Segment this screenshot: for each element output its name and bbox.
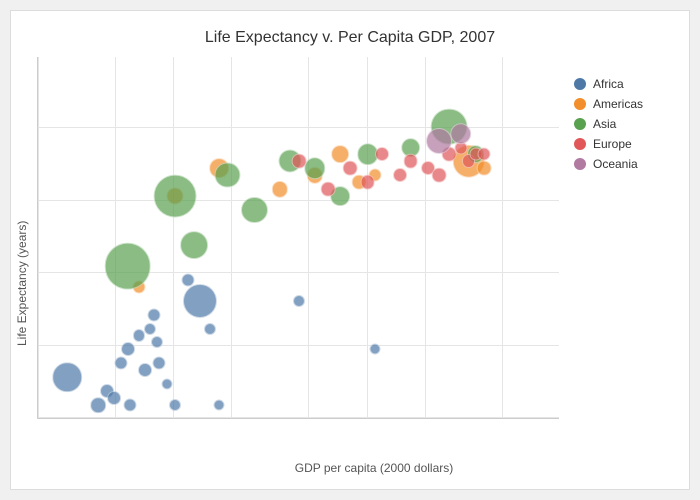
legend-label: Americas <box>593 97 643 111</box>
data-bubble <box>144 322 156 334</box>
data-bubble <box>53 362 83 392</box>
data-bubble <box>393 168 407 182</box>
data-bubble <box>152 357 165 370</box>
data-bubble <box>432 168 447 183</box>
grid-line-v <box>231 57 232 418</box>
data-bubble <box>331 146 349 164</box>
data-bubble <box>360 175 375 190</box>
grid-line-v <box>425 57 426 418</box>
grid-line-h <box>38 345 559 346</box>
grid-line-h <box>38 127 559 128</box>
data-bubble <box>426 128 452 154</box>
data-bubble <box>403 154 418 169</box>
plot-area: 4050607080902510002510k25100k <box>37 57 559 419</box>
data-bubble <box>478 148 491 161</box>
data-bubble <box>214 400 225 411</box>
legend-item-oceania: Oceania <box>574 157 669 171</box>
data-bubble <box>343 161 358 176</box>
data-bubble <box>271 181 287 197</box>
data-bubble <box>104 243 151 290</box>
grid-line-h <box>38 417 559 418</box>
legend-item-asia: Asia <box>574 117 669 131</box>
chart-title: Life Expectancy v. Per Capita GDP, 2007 <box>205 29 495 47</box>
x-axis-label: GDP per capita (2000 dollars) <box>69 439 679 479</box>
legend-dot <box>574 138 586 150</box>
legend-label: Europe <box>593 137 632 151</box>
data-bubble <box>292 154 307 169</box>
data-bubble <box>215 163 240 188</box>
data-bubble <box>241 197 267 223</box>
legend: Africa Americas Asia Europe Oceania <box>559 57 679 419</box>
data-bubble <box>153 175 196 218</box>
data-bubble <box>91 397 107 413</box>
grid-line-v <box>38 57 39 418</box>
legend-item-europe: Europe <box>574 137 669 151</box>
grid-line-h <box>38 200 559 201</box>
data-bubble <box>375 148 389 162</box>
data-bubble <box>121 342 135 356</box>
data-bubble <box>151 336 163 348</box>
data-bubble <box>107 391 121 405</box>
legend-dot <box>574 158 586 170</box>
legend-label: Oceania <box>593 157 638 171</box>
grid-line-v <box>502 57 503 418</box>
data-bubble <box>183 284 217 318</box>
data-bubble <box>204 322 216 334</box>
legend-dot <box>574 98 586 110</box>
data-bubble <box>124 399 137 412</box>
legend-item-africa: Africa <box>574 77 669 91</box>
grid-line-v <box>308 57 309 418</box>
data-bubble <box>321 182 336 197</box>
y-axis-label: Life Expectancy (years) <box>11 57 37 479</box>
data-bubble <box>162 379 173 390</box>
data-bubble <box>169 399 181 411</box>
legend-label: Africa <box>593 77 624 91</box>
legend-label: Asia <box>593 117 616 131</box>
data-bubble <box>450 123 471 144</box>
grid-line-v <box>367 57 368 418</box>
data-bubble <box>477 161 492 176</box>
data-bubble <box>293 295 305 307</box>
data-bubble <box>180 231 208 259</box>
data-bubble <box>148 308 161 321</box>
legend-dot <box>574 118 586 130</box>
data-bubble <box>138 363 152 377</box>
data-bubble <box>115 357 128 370</box>
data-bubble <box>370 344 381 355</box>
legend-dot <box>574 78 586 90</box>
legend-item-americas: Americas <box>574 97 669 111</box>
grid-line-v <box>173 57 174 418</box>
chart-container: Life Expectancy v. Per Capita GDP, 2007 … <box>10 10 690 490</box>
